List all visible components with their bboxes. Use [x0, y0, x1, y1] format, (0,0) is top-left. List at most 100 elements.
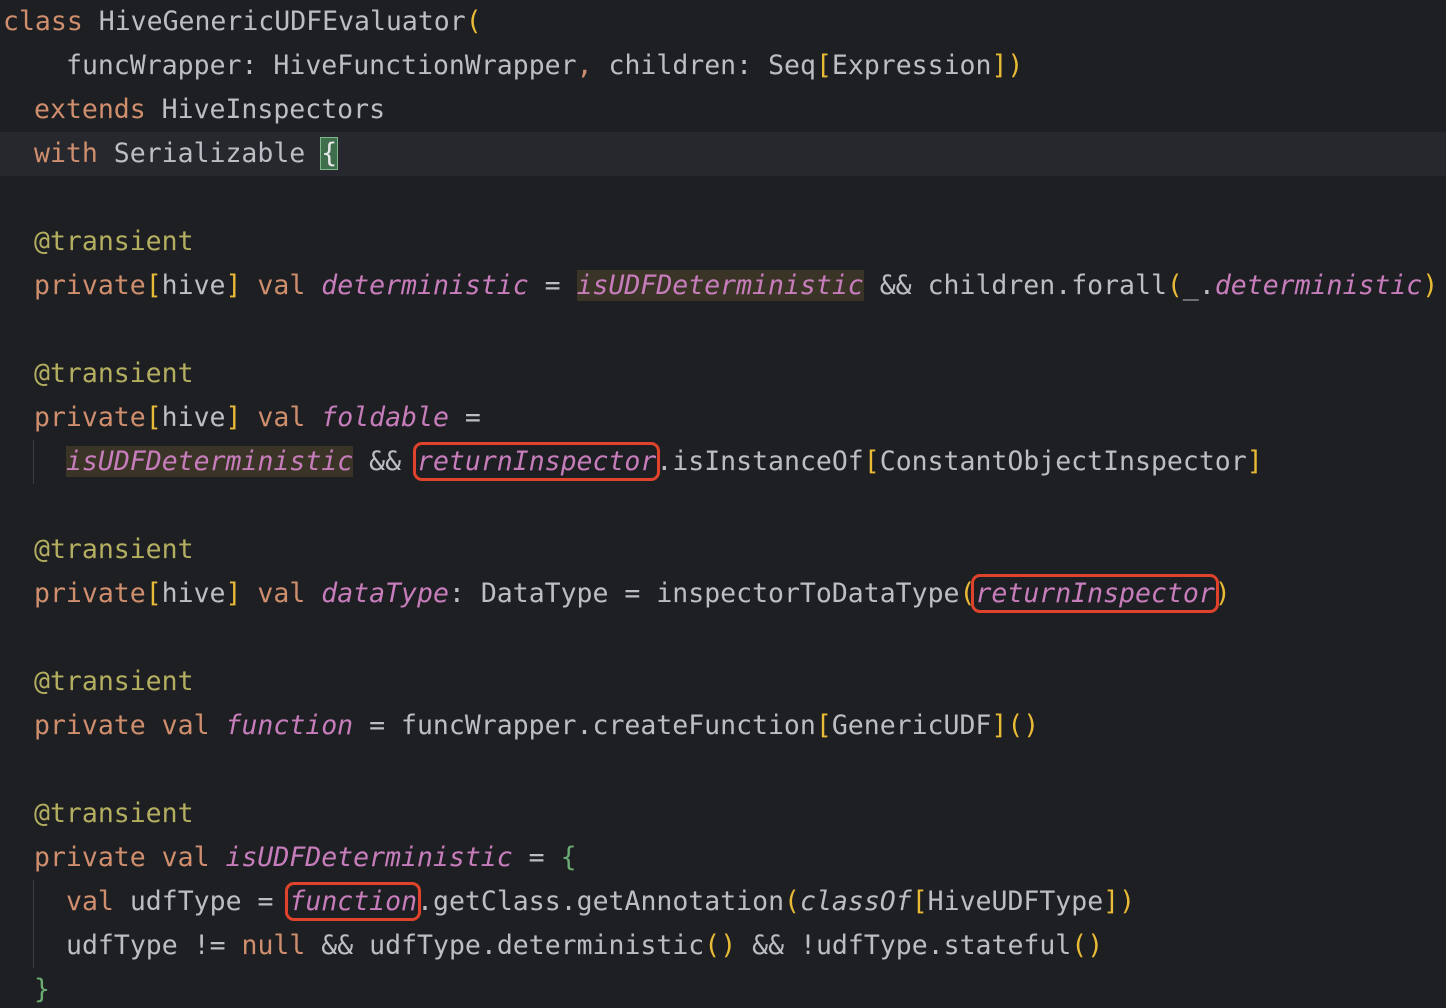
dot: .: [480, 930, 497, 961]
field-function: function: [225, 710, 354, 741]
close-bracket: ]: [225, 270, 242, 301]
open-bracket: [: [145, 578, 162, 609]
assign-op: =: [353, 710, 402, 741]
method-forall: forall: [1071, 270, 1167, 301]
keyword-val: val: [257, 402, 306, 433]
keyword-val: val: [66, 886, 114, 917]
comma: ,: [576, 50, 593, 81]
type-generic-udf: GenericUDF: [831, 710, 992, 741]
assign-op: =: [512, 842, 561, 873]
code-line-21: val udfType = function.getClass.getAnnot…: [0, 880, 1446, 924]
method-get-class: getClass: [433, 886, 561, 917]
colon: :: [736, 50, 769, 81]
close-paren: ): [1007, 50, 1024, 81]
field-foldable: foldable: [321, 402, 449, 433]
code-line-14: private[hive] val dataType: DataType = i…: [0, 572, 1446, 616]
dot: .: [1198, 270, 1215, 301]
keyword-private: private: [34, 710, 146, 741]
type-hive-udf-type: HiveUDFType: [927, 886, 1104, 917]
empty-parens: (): [1007, 710, 1040, 741]
field-data-type: dataType: [321, 578, 449, 609]
close-bracket: ]: [1246, 446, 1263, 477]
type-data-type: DataType: [480, 578, 609, 609]
local-udf-type: udfType: [369, 930, 481, 961]
not-op: !: [800, 930, 816, 961]
close-bracket: ]: [991, 50, 1008, 81]
field-is-udf-deterministic: isUDFDeterministic: [576, 270, 864, 301]
code-line-1: class HiveGenericUDFEvaluator(: [0, 0, 1446, 44]
code-line-16: @transient: [0, 660, 1446, 704]
scope-hive: hive: [161, 578, 226, 609]
annotation-transient: @transient: [34, 534, 194, 565]
keyword-val: val: [161, 710, 210, 741]
open-bracket: [: [815, 50, 832, 81]
dot: .: [927, 930, 944, 961]
open-bracket: [: [863, 446, 880, 477]
scope-hive: hive: [161, 270, 226, 301]
ref-func-wrapper: funcWrapper: [401, 710, 577, 741]
field-deterministic: deterministic: [321, 270, 529, 301]
colon: :: [448, 578, 481, 609]
annotation-transient: @transient: [34, 798, 194, 829]
code-line-3: extends HiveInspectors: [0, 88, 1446, 132]
close-bracket: ]: [1103, 886, 1120, 917]
local-udf-type: udfType: [129, 886, 242, 917]
code-line-6: @transient: [0, 220, 1446, 264]
keyword-private: private: [34, 270, 146, 301]
close-paren: ): [1214, 578, 1231, 609]
code-line-20: private val isUDFDeterministic = {: [0, 836, 1446, 880]
keyword-private: private: [34, 402, 146, 433]
class-name: HiveGenericUDFEvaluator: [98, 6, 466, 37]
underscore: _: [1182, 270, 1199, 301]
ref-children: children: [927, 270, 1056, 301]
method-class-of: classOf: [800, 886, 912, 917]
assign-op: =: [608, 578, 657, 609]
method-deterministic: deterministic: [496, 930, 705, 961]
open-bracket: [: [145, 402, 162, 433]
dot: .: [417, 886, 434, 917]
keyword-private: private: [34, 842, 146, 873]
scope-hive: hive: [161, 402, 226, 433]
code-line-23: }: [0, 968, 1446, 1008]
close-bracket: ]: [225, 578, 242, 609]
and-op: &&: [353, 446, 418, 477]
code-line-17: private val function = funcWrapper.creat…: [0, 704, 1446, 748]
open-bracket: [: [911, 886, 928, 917]
dot: .: [576, 710, 593, 741]
keyword-null: null: [241, 930, 306, 961]
keyword-val: val: [161, 842, 210, 873]
code-line-22: udfType != null && udfType.deterministic…: [0, 924, 1446, 968]
and-op: &&: [305, 930, 370, 961]
open-bracket: [: [145, 270, 162, 301]
field-return-inspector-marked: returnInspector: [971, 574, 1219, 613]
code-line-19: @transient: [0, 792, 1446, 836]
type-seq: Seq: [768, 50, 816, 81]
keyword-val: val: [257, 578, 306, 609]
not-equal-op: !=: [177, 930, 242, 961]
code-line-4-current: with Serializable {: [0, 132, 1446, 176]
field-is-udf-deterministic: isUDFDeterministic: [225, 842, 513, 873]
code-line-11: isUDFDeterministic && returnInspector.is…: [0, 440, 1446, 484]
dot: .: [1055, 270, 1072, 301]
method-is-instance-of: isInstanceOf: [672, 446, 864, 477]
keyword-class: class: [3, 6, 83, 37]
assign-op: =: [528, 270, 577, 301]
param-children: children: [608, 50, 737, 81]
keyword-with: with: [34, 138, 98, 169]
code-editor[interactable]: class HiveGenericUDFEvaluator( funcWrapp…: [0, 0, 1446, 1008]
method-get-annotation: getAnnotation: [576, 886, 785, 917]
method-inspector-to-data-type: inspectorToDataType: [656, 578, 960, 609]
code-line-7: private[hive] val deterministic = isUDFD…: [0, 264, 1446, 308]
open-paren: (: [1166, 270, 1183, 301]
type-expression: Expression: [831, 50, 992, 81]
dot: .: [560, 886, 577, 917]
code-line-13: @transient: [0, 528, 1446, 572]
text-caret-brace[interactable]: {: [320, 137, 339, 170]
open-paren: (: [959, 578, 976, 609]
keyword-val: val: [257, 270, 306, 301]
field-deterministic: deterministic: [1214, 270, 1423, 301]
method-create-function: createFunction: [592, 710, 816, 741]
colon: :: [241, 50, 274, 81]
close-paren: ): [1422, 270, 1439, 301]
type-hive-inspectors: HiveInspectors: [161, 94, 386, 125]
